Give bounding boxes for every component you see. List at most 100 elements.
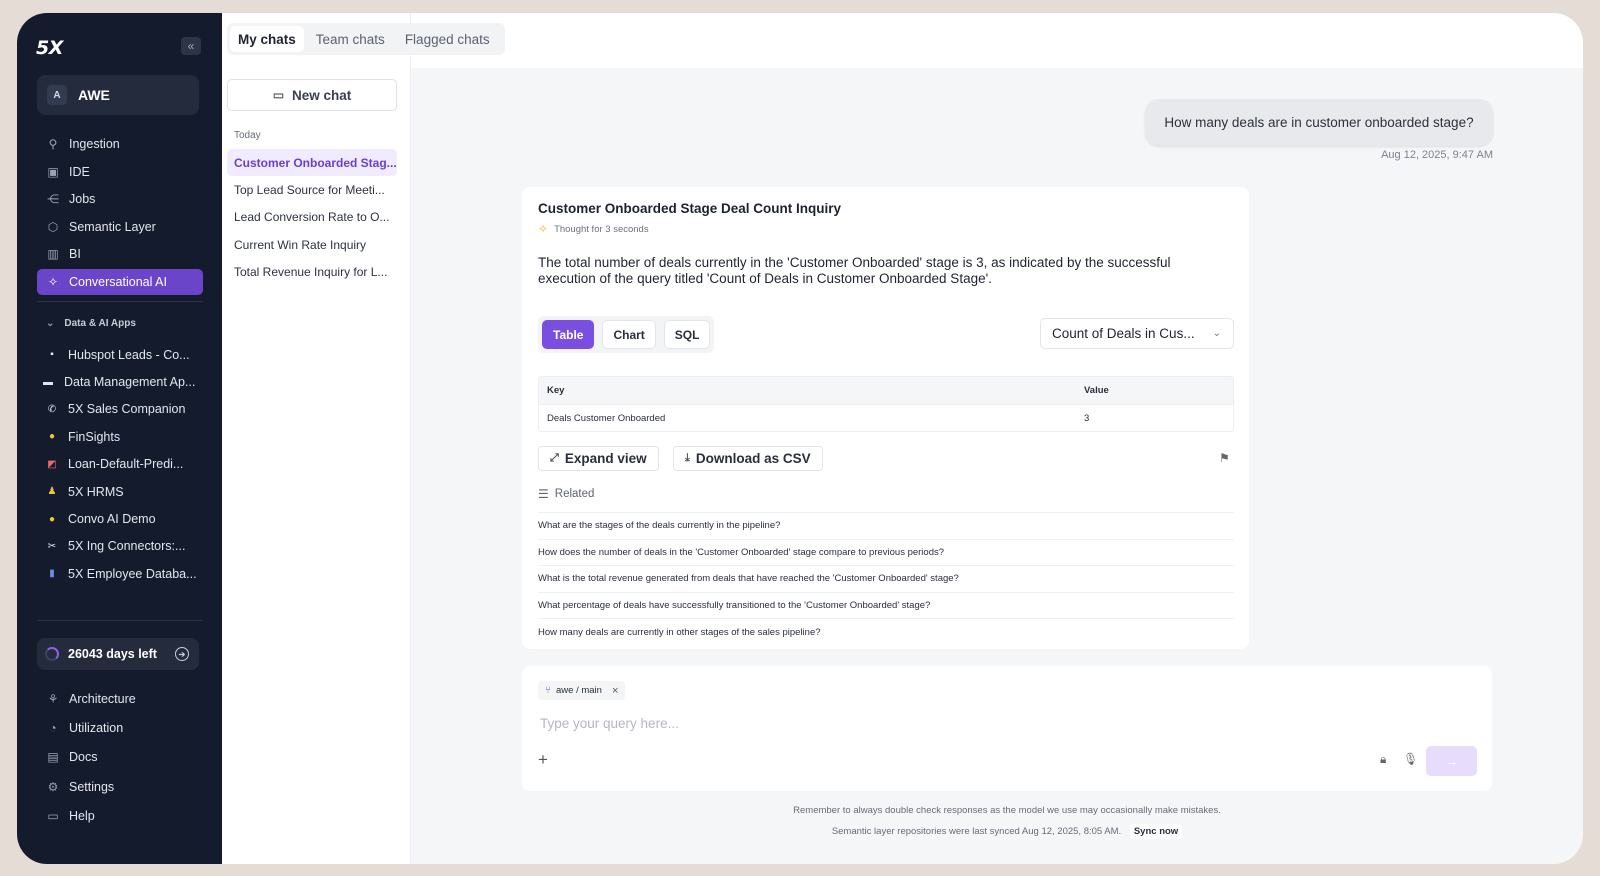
- sidebar-item-docs[interactable]: ▤ Docs: [37, 743, 203, 771]
- list-icon: ☰: [538, 487, 549, 501]
- tab-my-chats[interactable]: My chats: [230, 26, 304, 52]
- sidebar-item-conversational-ai[interactable]: ✧ Conversational AI: [37, 268, 203, 295]
- lock-icon[interactable]: 🔒︎: [1380, 752, 1386, 767]
- sync-status: Semantic layer repositories were last sy…: [522, 824, 1492, 839]
- chat-list: Customer Onboarded Stag... Top Lead Sour…: [227, 149, 397, 286]
- app-item-sales-companion[interactable]: ✆ 5X Sales Companion: [37, 396, 203, 423]
- plus-icon[interactable]: +: [538, 750, 548, 770]
- app-item-label: 5X Employee Databa...: [68, 566, 197, 581]
- query-input[interactable]: [540, 711, 1440, 735]
- chat-list-item[interactable]: Lead Conversion Rate to O...: [227, 204, 397, 231]
- sync-status-text: Semantic layer repositories were last sy…: [831, 826, 1122, 837]
- arrow-right-icon: →: [1444, 753, 1459, 769]
- related-question[interactable]: How does the number of deals in the 'Cus…: [538, 538, 1234, 566]
- arrow-right-circle-icon[interactable]: ➔: [175, 647, 189, 661]
- sidebar-item-label: Jobs: [69, 192, 96, 206]
- sidebar-item-jobs[interactable]: ⋲ Jobs: [37, 186, 203, 212]
- chat-list-item[interactable]: Total Revenue Inquiry for L...: [227, 259, 397, 286]
- app-item-convo-ai-demo[interactable]: ● Convo AI Demo: [37, 505, 203, 532]
- chat-list-item[interactable]: Top Lead Source for Meeti...: [227, 176, 397, 203]
- query-composer: ⑂ awe / main × + 🔒︎ 🎙︎ →: [522, 666, 1492, 791]
- chat-list-item[interactable]: Customer Onboarded Stag...: [227, 149, 397, 177]
- top-bar: [411, 13, 1583, 68]
- help-icon: ▭: [47, 809, 59, 824]
- disclaimer-text: Remember to always double check response…: [793, 805, 1221, 816]
- date-group-label: Today: [234, 130, 261, 141]
- send-button[interactable]: →: [1426, 746, 1477, 776]
- apps-section-header[interactable]: ⌄ Data & AI Apps: [46, 318, 136, 329]
- sidebar-item-ide[interactable]: ▣ IDE: [37, 159, 203, 185]
- related-question[interactable]: What percentage of deals have successful…: [538, 591, 1234, 619]
- app-item-data-management[interactable]: ▬ Data Management Ap...: [37, 368, 203, 395]
- double-chevron-left-icon[interactable]: «: [181, 37, 201, 55]
- new-chat-label: New chat: [292, 87, 352, 103]
- app-item-label: Hubspot Leads - Co...: [68, 347, 190, 362]
- sidebar-item-utilization[interactable]: ◔ Utilization: [37, 714, 203, 742]
- result-table: Key Value Deals Customer Onboarded 3: [538, 376, 1234, 432]
- result-view-tabs: Table Chart SQL: [538, 316, 715, 353]
- download-csv-button[interactable]: ⤓ Download as CSV: [673, 446, 823, 471]
- related-question[interactable]: What are the stages of the deals current…: [538, 512, 1234, 539]
- tools-icon: ✂: [47, 540, 57, 552]
- sidebar-item-label: Settings: [69, 779, 115, 794]
- progress-ring-icon: [45, 647, 59, 661]
- tab-sql[interactable]: SQL: [663, 320, 711, 349]
- chat-tabs: My chats Team chats Flagged chats: [227, 23, 505, 55]
- sidebar: 5X « A AWE ⚲ Ingestion ▣ IDE ⋲ Jobs ⬡ Semant…: [17, 13, 222, 864]
- chart-icon: ◩: [47, 458, 57, 470]
- sync-now-button[interactable]: Sync now: [1129, 824, 1183, 839]
- laptop-icon: ▬: [43, 376, 53, 388]
- app-item-hrms[interactable]: ♟ 5X HRMS: [37, 478, 203, 505]
- app-item-ing-connectors[interactable]: ✂ 5X Ing Connectors:...: [37, 533, 203, 560]
- answer-text: The total number of deals currently in t…: [538, 255, 1171, 286]
- app-item-employee-database[interactable]: ▮ 5X Employee Databa...: [37, 560, 203, 587]
- sidebar-item-ingestion[interactable]: ⚲ Ingestion: [37, 131, 203, 157]
- related-label: Related: [554, 488, 595, 500]
- apps-section-label: Data & AI Apps: [64, 318, 136, 329]
- close-icon[interactable]: ×: [612, 685, 618, 697]
- flag-icon[interactable]: ⚑: [1219, 451, 1230, 465]
- table-cell: 3: [1084, 412, 1090, 424]
- table-header-row: Key Value: [539, 377, 1233, 404]
- app-item-label: Convo AI Demo: [68, 512, 156, 527]
- query-select-value: Count of Deals in Cus...: [1052, 326, 1195, 341]
- sidebar-item-settings[interactable]: ⚙ Settings: [37, 772, 203, 801]
- sidebar-item-help[interactable]: ▭ Help: [37, 803, 203, 831]
- thought-text: Thought for 3 seconds: [554, 223, 649, 235]
- microphone-icon[interactable]: 🎙︎: [1403, 752, 1418, 766]
- sidebar-item-bi[interactable]: ▥ BI: [37, 241, 203, 267]
- app-item-label: 5X Sales Companion: [68, 402, 186, 417]
- app-item-label: Loan-Default-Predi...: [68, 457, 184, 472]
- people-icon: ▮: [49, 568, 55, 580]
- answer-title: Customer Onboarded Stage Deal Count Inqu…: [538, 201, 842, 216]
- sparkle-icon: ✧: [538, 222, 549, 236]
- chat-bubble-icon: ▭: [272, 88, 285, 102]
- tab-table[interactable]: Table: [542, 320, 595, 349]
- sidebar-item-label: Architecture: [69, 691, 136, 706]
- chat-list-item[interactable]: Current Win Rate Inquiry: [227, 231, 397, 258]
- sidebar-item-semantic-layer[interactable]: ⬡ Semantic Layer: [37, 214, 203, 240]
- branch-chip[interactable]: ⑂ awe / main ×: [538, 681, 626, 700]
- workspace-switcher[interactable]: A AWE: [37, 75, 199, 115]
- workspace-name: AWE: [78, 87, 110, 103]
- sidebar-item-label: Help: [69, 809, 95, 824]
- new-chat-button[interactable]: ▭ New chat: [227, 79, 397, 111]
- tab-team-chats[interactable]: Team chats: [308, 26, 393, 52]
- related-question[interactable]: What is the total revenue generated from…: [538, 565, 1234, 592]
- workflow-icon: ⋲: [47, 192, 59, 206]
- chevron-down-icon: ⌄: [1212, 328, 1221, 339]
- chevron-down-icon: ⌄: [46, 318, 55, 329]
- app-item-hubspot-leads[interactable]: ▪ Hubspot Leads - Co...: [37, 341, 203, 368]
- app-item-label: 5X Ing Connectors:...: [68, 539, 186, 554]
- related-header: ☰ Related: [538, 487, 594, 501]
- tab-chart[interactable]: Chart: [602, 320, 656, 349]
- trial-status[interactable]: 26043 days left ➔: [37, 638, 199, 670]
- column-header: Value: [1084, 385, 1109, 396]
- query-select[interactable]: Count of Deals in Cus... ⌄: [1040, 318, 1234, 349]
- tab-flagged-chats[interactable]: Flagged chats: [397, 26, 498, 52]
- related-question[interactable]: How many deals are currently in other st…: [538, 618, 1234, 645]
- sidebar-item-architecture[interactable]: ⚘ Architecture: [37, 685, 203, 713]
- app-item-loan-default[interactable]: ◩ Loan-Default-Predi...: [37, 451, 203, 478]
- app-item-finsights[interactable]: ● FinSights: [37, 423, 203, 450]
- expand-view-button[interactable]: ⤢ Expand view: [538, 446, 659, 471]
